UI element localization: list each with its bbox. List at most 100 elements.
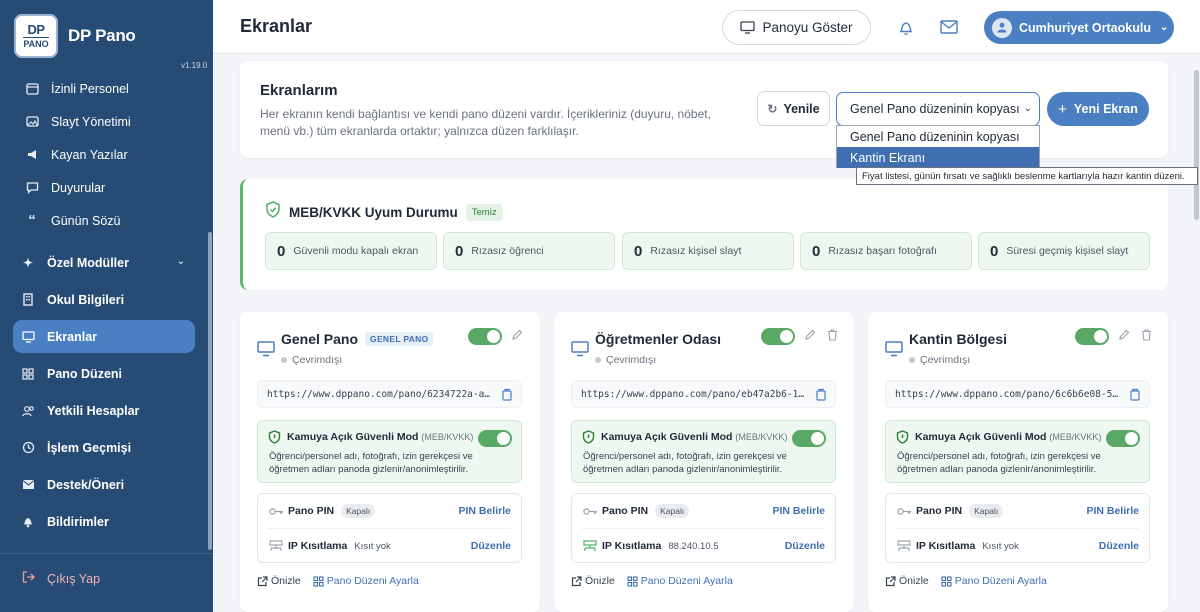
pin-label: Pano PIN [916, 505, 963, 517]
set-pin-link[interactable]: PIN Belirle [772, 505, 825, 517]
edit-pencil-icon[interactable] [1117, 328, 1131, 342]
layout-settings-link[interactable]: Pano Düzeni Ayarla [627, 575, 733, 587]
pin-state-badge: Kapalı [969, 504, 1004, 518]
safe-mode-tag: (MEB/KVKK) [421, 432, 474, 442]
preview-link[interactable]: Önizle [885, 575, 929, 587]
safe-mode-box: Kamuya Açık Güvenli Mod (MEB/KVKK) Öğren… [885, 420, 1150, 483]
edit-pencil-icon[interactable] [803, 328, 817, 342]
sidebar-item-ozel-moduller[interactable]: ✦ Özel Modüller ⌄ [13, 246, 195, 279]
safe-mode-toggle[interactable] [792, 430, 826, 447]
refresh-button[interactable]: ↻ Yenile [757, 91, 830, 126]
sidebar-item-duyurular[interactable]: Duyurular [13, 171, 195, 204]
option-tooltip: Fiyat listesi, günün fırsatı ve sağlıklı… [856, 167, 1198, 185]
user-menu-button[interactable]: Cumhuriyet Ortaokulu ⌄ [984, 11, 1174, 44]
screen-url: https://www.dppano.com/pano/eb47a2b6-1de… [581, 388, 809, 400]
layout-settings-link[interactable]: Pano Düzeni Ayarla [941, 575, 1047, 587]
layout-settings-link[interactable]: Pano Düzeni Ayarla [313, 575, 419, 587]
set-pin-link[interactable]: PIN Belirle [1086, 505, 1139, 517]
pin-label: Pano PIN [288, 505, 335, 517]
sidebar-item-okul-bilgileri[interactable]: Okul Bilgileri [13, 283, 195, 316]
copy-icon[interactable] [1130, 388, 1141, 404]
trash-icon[interactable] [825, 328, 839, 342]
new-screen-button[interactable]: + Yeni Ekran [1047, 92, 1149, 126]
security-settings: Pano PIN Kapalı PIN Belirle IP Kısıtlama… [885, 493, 1150, 563]
compliance-header: MEB/KVKK Uyum Durumu Temiz [265, 201, 503, 223]
pin-row: Pano PIN Kapalı PIN Belirle [258, 494, 521, 528]
messages-mail-icon[interactable] [940, 18, 958, 36]
megaphone-icon [25, 148, 39, 162]
sidebar-item-label: Slayt Yönetimi [51, 114, 131, 129]
layout-template-select[interactable]: Genel Pano düzeninin kopyası ⌄ [836, 92, 1040, 126]
network-icon [582, 539, 598, 553]
network-icon [268, 539, 284, 553]
screen-card: Öğretmenler Odası Çevrimdışı https://www… [554, 312, 854, 612]
card-footer: Önizle Pano Düzeni Ayarla [885, 575, 1047, 587]
notifications-bell-icon[interactable] [897, 18, 915, 36]
monitor-icon [885, 341, 903, 362]
screen-url-field[interactable]: https://www.dppano.com/pano/eb47a2b6-1de… [571, 380, 836, 408]
edit-ip-link[interactable]: Düzenle [785, 540, 825, 552]
stat-label: Güvenli modu kapalı ekran [293, 245, 419, 257]
edit-ip-link[interactable]: Düzenle [1099, 540, 1139, 552]
layout-icon [627, 575, 638, 587]
main-scrollbar[interactable] [1194, 70, 1199, 220]
dropdown-option-selected[interactable]: Kantin Ekranı [837, 147, 1039, 168]
stat-value: 0 [455, 242, 464, 260]
screen-active-toggle[interactable] [1075, 328, 1109, 345]
brand[interactable]: DP PANO DP Pano [14, 14, 136, 58]
safe-mode-title: Kamuya Açık Güvenli Mod (MEB/KVKK) [287, 431, 473, 443]
status-dot [909, 357, 915, 363]
sidebar-item-gunun-sozu[interactable]: “ Günün Sözü [13, 204, 195, 237]
screen-active-toggle[interactable] [468, 328, 502, 345]
logout-label: Çıkış Yap [47, 571, 101, 586]
edit-pencil-icon[interactable] [510, 328, 524, 342]
layout-icon [941, 575, 952, 587]
safe-mode-description: Öğrenci/personel adı, fotoğrafı, izin ge… [583, 451, 787, 475]
sidebar-item-destek-oneri[interactable]: Destek/Öneri [13, 468, 195, 501]
sidebar-item-kayan-yazilar[interactable]: Kayan Yazılar [13, 138, 195, 171]
sidebar-item-ekranlar[interactable]: Ekranlar [13, 320, 195, 353]
sidebar-item-yetkili-hesaplar[interactable]: Yetkili Hesaplar [13, 394, 195, 427]
building-icon [21, 293, 35, 307]
sidebar-item-bildirimler[interactable]: Bildirimler [13, 505, 195, 538]
dropdown-option[interactable]: Genel Pano düzeninin kopyası [837, 126, 1039, 147]
screen-active-toggle[interactable] [761, 328, 795, 345]
sidebar-item-slayt-yonetimi[interactable]: Slayt Yönetimi [13, 105, 195, 138]
show-board-button[interactable]: Panoyu Göster [722, 10, 871, 45]
top-header: Ekranlar Panoyu Göster Cumhuriyet Ortaok… [213, 0, 1200, 54]
set-pin-link[interactable]: PIN Belirle [458, 505, 511, 517]
ip-label: IP Kısıtlama [602, 540, 662, 552]
ip-row: IP Kısıtlama 88.240.10.5 Düzenle [572, 529, 835, 563]
layout-icon [313, 575, 324, 587]
trash-icon[interactable] [1139, 328, 1153, 342]
preview-link[interactable]: Önizle [257, 575, 301, 587]
screen-url-field[interactable]: https://www.dppano.com/pano/6c6b6e08-537… [885, 380, 1150, 408]
sidebar-item-pano-duzeni[interactable]: Pano Düzeni [13, 357, 195, 390]
safe-mode-title: Kamuya Açık Güvenli Mod (MEB/KVKK) [915, 431, 1101, 443]
ip-row: IP Kısıtlama Kısıt yok Düzenle [886, 529, 1149, 563]
status-text: Çevrimdışı [606, 354, 657, 366]
safe-mode-label: Kamuya Açık Güvenli Mod [915, 431, 1047, 443]
safe-mode-toggle[interactable] [1106, 430, 1140, 447]
edit-ip-link[interactable]: Düzenle [471, 540, 511, 552]
preview-label: Önizle [585, 575, 615, 587]
screen-url-field[interactable]: https://www.dppano.com/pano/6234722a-ab0… [257, 380, 522, 408]
sparkle-icon: ✦ [22, 255, 34, 270]
safe-mode-description: Öğrenci/personel adı, fotoğrafı, izin ge… [897, 451, 1101, 475]
history-icon [21, 441, 35, 455]
sidebar-item-izinli-personel[interactable]: İzinli Personel [13, 72, 195, 105]
avatar [992, 17, 1012, 38]
sidebar-item-islem-gecmisi[interactable]: İşlem Geçmişi [13, 431, 195, 464]
compliance-panel: MEB/KVKK Uyum Durumu Temiz 0 Güvenli mod… [240, 179, 1168, 290]
sidebar-scrollbar[interactable] [208, 232, 212, 550]
sidebar-item-label: Ekranlar [47, 329, 98, 344]
pin-state-badge: Kapalı [655, 504, 690, 518]
sidebar-item-label: Pano Düzeni [47, 366, 123, 381]
status-badge: Temiz [465, 203, 503, 221]
sidebar-item-label: Günün Sözü [51, 213, 121, 228]
copy-icon[interactable] [502, 388, 513, 404]
safe-mode-toggle[interactable] [478, 430, 512, 447]
copy-icon[interactable] [816, 388, 827, 404]
preview-link[interactable]: Önizle [571, 575, 615, 587]
logout-button[interactable]: Çıkış Yap [22, 571, 100, 586]
